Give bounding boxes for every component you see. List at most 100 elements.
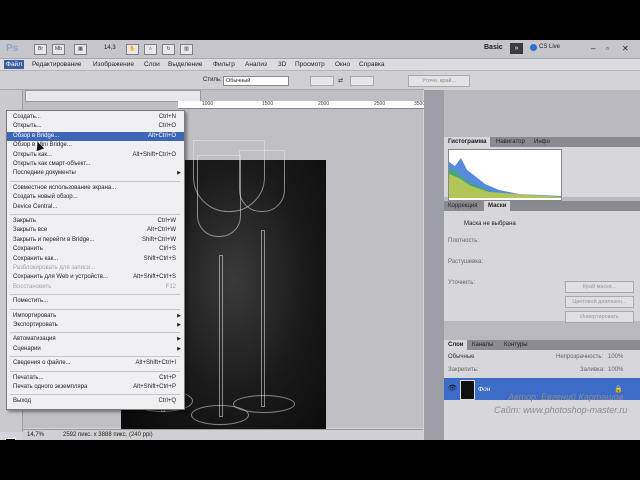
menu-view[interactable]: Просмотр — [293, 60, 327, 69]
submenu-arrow-icon: ▶ — [177, 312, 181, 319]
file-menu-item[interactable]: Создать... Ctrl+N — [7, 113, 184, 122]
file-menu-item[interactable]: Совместное использование экрана... — [7, 184, 184, 193]
menu-separator — [10, 370, 180, 372]
refine-edge-button[interactable]: Уточн. край... — [408, 75, 470, 87]
bridge-icon[interactable]: Br — [34, 44, 47, 55]
tab-channels[interactable]: Каналы — [468, 340, 497, 350]
workspace-label[interactable]: Basic — [484, 44, 503, 51]
file-menu-item[interactable]: Закрыть и перейти в Bridge... Shift+Ctrl+… — [7, 236, 184, 245]
minimize-icon[interactable]: – — [591, 44, 595, 53]
menu-edit[interactable]: Редактирование — [30, 60, 84, 69]
height-field[interactable] — [350, 76, 374, 86]
file-menu-item[interactable]: Восстановить F12 — [7, 283, 184, 292]
file-menu-item[interactable]: Открыть как... Alt+Shift+Ctrl+O — [7, 151, 184, 160]
menu-layers[interactable]: Слои — [142, 60, 162, 69]
menu-select[interactable]: Выделение — [166, 60, 204, 69]
submenu-arrow-icon: ▶ — [177, 336, 181, 343]
file-menu-item-label: Печатать... — [13, 374, 44, 381]
file-menu-item-label: Сохранить — [13, 246, 43, 253]
file-menu-item-label: Открыть... — [13, 123, 42, 130]
file-menu-item[interactable]: Печать одного экземпляра Alt+Shift+Ctrl+P — [7, 383, 184, 392]
hand-icon[interactable]: ✋ — [126, 44, 139, 55]
file-menu-item[interactable]: Последние документы ▶ — [7, 169, 184, 178]
menu-filter[interactable]: Фильтр — [211, 60, 237, 69]
eye-icon[interactable]: 👁 — [448, 385, 457, 392]
tab-adjustments[interactable]: Коррекция — [444, 201, 482, 211]
file-menu-item[interactable]: Сохранить для Web и устройств... Alt+Shif… — [7, 273, 184, 282]
file-menu-item-label: Разблокировать для записи... — [13, 265, 96, 271]
workspace-switcher-icon[interactable]: » — [510, 43, 523, 54]
refine-label: Уточнить: — [448, 280, 476, 286]
cs-live-button[interactable]: CS Live — [539, 44, 560, 50]
tab-navigator[interactable]: Навигатор — [492, 137, 529, 147]
color-range-button[interactable]: Цветовой диапазон... — [565, 296, 634, 308]
mask-edge-button[interactable]: Край маски... — [565, 281, 634, 293]
blend-mode-select[interactable]: Обычные — [448, 354, 475, 360]
file-menu-item[interactable]: Создать новый обзор... — [7, 193, 184, 202]
close-icon[interactable]: ✕ — [622, 44, 629, 53]
menu-file[interactable]: Файл — [4, 60, 24, 69]
file-menu-item[interactable]: Сценарии ▶ — [7, 345, 184, 354]
file-menu-item[interactable]: Выход Ctrl+Q — [7, 397, 184, 406]
file-menu-item[interactable]: Открыть... Ctrl+O — [7, 122, 184, 131]
menu-image[interactable]: Изображение — [91, 60, 136, 69]
layer-name[interactable]: Фон — [478, 386, 490, 393]
file-menu-item-label: Создать... — [13, 114, 41, 120]
menu-window[interactable]: Окно — [333, 60, 352, 69]
file-menu-item[interactable]: Поместить... — [7, 297, 184, 306]
styles-select[interactable]: Обычный — [223, 76, 289, 86]
tab-info[interactable]: Инфо — [530, 137, 554, 147]
file-menu-item[interactable]: Открыть как смарт-объект... — [7, 160, 184, 169]
histogram-panel — [444, 147, 640, 201]
file-menu-item[interactable]: Обзор в Bridge... Alt+Ctrl+O — [7, 131, 184, 141]
histogram-panel-tabs: Гистограмма Навигатор Инфо — [444, 137, 640, 147]
width-field[interactable] — [310, 76, 334, 86]
file-menu-item-shortcut: Ctrl+S — [159, 246, 176, 253]
file-menu-item-label: Обзор в Bridge... — [13, 132, 60, 139]
tab-histogram[interactable]: Гистограмма — [444, 137, 491, 147]
menu-analysis[interactable]: Анализ — [243, 60, 269, 69]
file-menu-item-label: Закрыть все — [13, 227, 48, 234]
file-menu-item[interactable]: Закрыть Ctrl+W — [7, 217, 184, 226]
feather-label: Растушевка: — [448, 259, 484, 265]
view-extras-icon[interactable]: ▦ — [74, 44, 87, 55]
file-menu-item[interactable]: Сведения о файле... Alt+Shift+Ctrl+I — [7, 359, 184, 368]
file-menu-item[interactable]: Экспортировать ▶ — [7, 321, 184, 330]
file-menu-item[interactable]: Печатать... Ctrl+P — [7, 374, 184, 383]
status-zoom[interactable]: 14,7% — [27, 430, 44, 440]
file-menu-item[interactable]: Сохранить Ctrl+S — [7, 245, 184, 254]
menu-separator — [10, 308, 180, 310]
file-menu-item[interactable]: Автоматизация ▶ — [7, 335, 184, 344]
file-menu-item[interactable]: Сохранить как... Shift+Ctrl+S — [7, 255, 184, 264]
layers-panel-tabs: Слои Каналы Контуры — [444, 340, 640, 350]
menu-separator — [10, 180, 180, 182]
file-menu-item[interactable]: Закрыть все Alt+Ctrl+W — [7, 226, 184, 235]
file-menu-item-label: Последние документы — [13, 170, 76, 177]
tab-paths[interactable]: Контуры — [500, 340, 532, 350]
file-menu-item-shortcut: Alt+Shift+Ctrl+O — [132, 151, 176, 158]
menu-help[interactable]: Справка — [357, 60, 387, 69]
file-menu-item-label: Выход — [13, 398, 31, 405]
foreground-color-swatch[interactable] — [5, 438, 16, 440]
file-menu-item[interactable]: Импортировать ▶ — [7, 312, 184, 321]
zoom-level[interactable]: 14,3 — [104, 45, 116, 51]
maximize-icon[interactable]: ▫ — [606, 44, 609, 53]
rotate-view-icon[interactable]: ↻ — [162, 44, 175, 55]
fill-value[interactable]: 100% — [608, 367, 623, 373]
zoom-tool-icon[interactable]: ⌕ — [144, 44, 157, 55]
file-menu-item-shortcut: Ctrl+O — [158, 123, 176, 130]
glass-shape — [197, 155, 241, 237]
tab-layers[interactable]: Слои — [444, 340, 468, 350]
menu-3d[interactable]: 3D — [276, 60, 288, 69]
document-tab[interactable] — [25, 90, 201, 102]
arrange-documents-icon[interactable]: ▥ — [180, 44, 193, 55]
file-menu-item[interactable]: Device Central... — [7, 203, 184, 212]
opacity-value[interactable]: 100% — [608, 354, 623, 360]
tab-masks[interactable]: Маски — [484, 201, 511, 211]
minibridge-icon[interactable]: Mb — [52, 44, 65, 55]
file-menu-item-label: Device Central... — [13, 203, 58, 210]
file-menu-item-label: Открыть как... — [13, 151, 52, 158]
swap-icon[interactable]: ⇄ — [338, 77, 343, 84]
file-menu-item[interactable]: Разблокировать для записи... — [7, 264, 184, 273]
invert-button[interactable]: Инвертировать — [565, 311, 634, 323]
